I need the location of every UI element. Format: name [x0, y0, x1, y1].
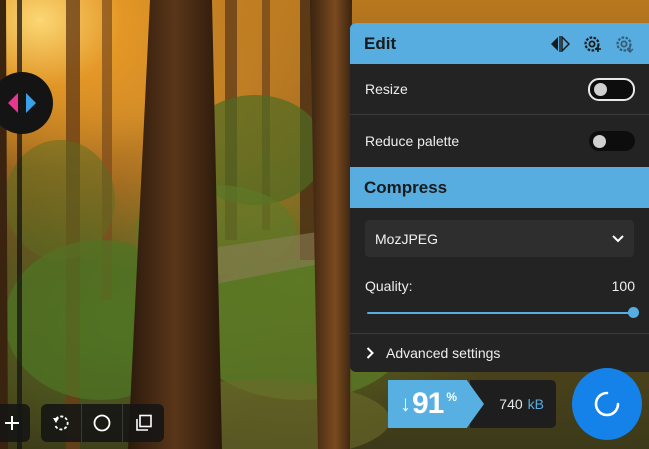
settings-import-icon: [616, 35, 634, 53]
settings-save-icon: [584, 35, 601, 52]
circle-icon: [93, 414, 111, 432]
quality-slider[interactable]: [367, 307, 639, 319]
codec-selected-value: MozJPEG: [375, 230, 439, 247]
resize-label: Resize: [365, 81, 408, 97]
split-divider[interactable]: [17, 0, 22, 449]
compress-header: Compress: [350, 167, 649, 208]
toggle-knob: [594, 82, 607, 96]
rotate-icon: [53, 415, 69, 431]
toggle-knob: [593, 134, 606, 148]
crop-icon: [135, 414, 152, 431]
copy-settings-button[interactable]: [549, 33, 571, 55]
advanced-settings-label: Advanced settings: [386, 345, 501, 361]
quality-slider-track: [367, 312, 635, 314]
reduce-palette-label: Reduce palette: [365, 133, 460, 149]
reduce-palette-toggle[interactable]: [589, 131, 635, 151]
edit-title: Edit: [364, 33, 397, 53]
compress-title: Compress: [364, 177, 448, 197]
split-view-icon: [8, 93, 36, 113]
advanced-settings-toggle[interactable]: Advanced settings: [350, 333, 649, 372]
quality-value[interactable]: 100: [612, 278, 635, 294]
reduction-value: 91: [412, 387, 444, 420]
quality-row: Quality: 100: [365, 278, 635, 294]
codec-select[interactable]: MozJPEG: [365, 220, 634, 257]
plus-icon: [5, 416, 19, 430]
quality-label: Quality:: [365, 278, 413, 294]
split-view-icon: [551, 35, 570, 52]
edit-header: Edit: [350, 23, 649, 64]
background-toggle-button[interactable]: [82, 404, 123, 442]
output-size-unit: kB: [527, 396, 544, 412]
download-button[interactable]: [572, 368, 642, 440]
output-size-value: 740: [499, 396, 523, 412]
rotate-button[interactable]: [41, 404, 82, 442]
size-reduction-badge: ↓ 91 %: [388, 380, 484, 428]
loading-spinner-icon: [594, 391, 620, 417]
import-settings-button[interactable]: [613, 33, 635, 55]
quality-slider-thumb[interactable]: [628, 307, 639, 318]
resize-row: Resize: [350, 64, 649, 115]
resize-toggle[interactable]: [588, 77, 635, 101]
options-panel: Edit Resize Reduce palette Compress MozJ…: [350, 23, 649, 372]
chevron-down-icon: [612, 234, 624, 242]
crop-button[interactable]: [123, 404, 164, 442]
zoom-in-button[interactable]: [0, 404, 30, 442]
save-settings-button[interactable]: [581, 33, 603, 55]
chevron-right-icon: [366, 347, 374, 359]
image-tools: [41, 404, 164, 442]
down-arrow-icon: ↓: [400, 391, 411, 416]
reduce-palette-row: Reduce palette: [350, 115, 649, 167]
reduction-unit: %: [446, 390, 458, 404]
